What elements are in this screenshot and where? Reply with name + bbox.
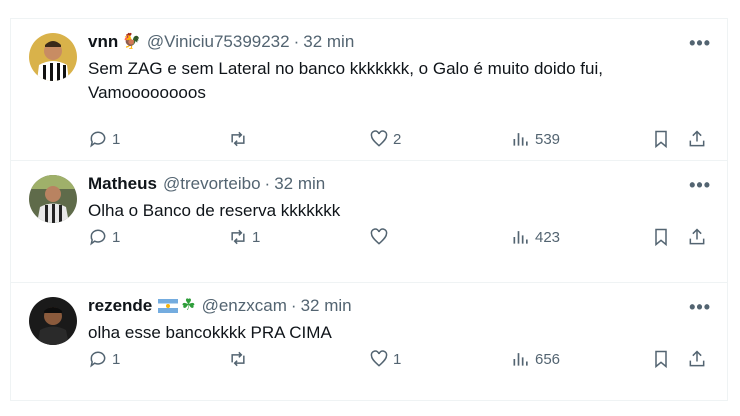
more-options-button[interactable]: ••• [689,33,711,54]
retweet-icon [231,131,245,147]
username[interactable]: @enzxcam [202,295,287,317]
heart-icon [370,130,388,147]
bookmark-button[interactable] [651,349,671,369]
bookmark-button[interactable] [651,227,671,247]
like-button[interactable]: 2 [369,129,401,149]
reply-button[interactable]: 1 [88,129,120,149]
like-button[interactable] [369,227,393,247]
more-options-button[interactable]: ••• [689,175,711,196]
tweet-text: Sem ZAG e sem Lateral no banco kkkkkkk, … [88,57,688,105]
tweet-header: vnn 🐓 @Viniciu75399232 · 32 min [88,31,711,53]
display-name[interactable]: vnn [88,31,118,53]
retweet-button[interactable] [228,129,252,149]
avatar[interactable] [29,33,77,81]
like-button[interactable]: 1 [369,349,401,369]
tweet-header: Matheus @trevorteibo · 32 min [88,173,711,195]
retweet-icon [231,351,245,367]
reply-button[interactable]: 1 [88,349,120,369]
retweet-button[interactable] [228,349,252,369]
tweet[interactable]: Matheus @trevorteibo · 32 min Olha o Ban… [11,161,727,283]
avatar-image [29,175,77,223]
retweet-icon [231,229,245,245]
tweet[interactable]: vnn 🐓 @Viniciu75399232 · 32 min Sem ZAG … [11,19,727,161]
bookmark-icon [655,350,667,369]
reply-count: 1 [112,350,121,368]
tweet-text-line: Sem ZAG e sem Lateral no banco kkkkkkk, … [88,59,603,78]
display-name[interactable]: rezende [88,295,152,317]
tweet[interactable]: rezende ☘ @enzxcam · 32 min olha esse ba… [11,283,727,401]
share-icon [689,228,705,245]
view-count: 656 [535,350,561,368]
reply-count: 1 [112,228,121,246]
views-icon [513,231,528,244]
share-button[interactable] [687,349,707,369]
timestamp[interactable]: 32 min [303,31,354,53]
share-button[interactable] [687,129,707,149]
rooster-emoji: 🐓 [122,33,141,50]
tweet-text-line: Olha o Banco de reserva kkkkkkk [88,201,341,220]
heart-icon [370,228,388,245]
argentina-flag-icon [158,299,179,313]
timestamp[interactable]: 32 min [274,173,325,195]
separator-dot: · [264,174,271,193]
avatar[interactable] [29,175,77,223]
more-options-button[interactable]: ••• [689,297,711,318]
shamrock-emoji: ☘ [181,297,196,314]
tweet-header: rezende ☘ @enzxcam · 32 min [88,295,711,317]
reply-button[interactable]: 1 [88,227,120,247]
share-button[interactable] [687,227,707,247]
like-count: 1 [393,350,402,368]
view-count: 539 [535,130,561,148]
retweet-count: 1 [252,228,261,246]
action-bar: 1 1 423 [88,225,711,249]
views-button[interactable]: 656 [511,349,560,369]
avatar[interactable] [29,297,77,345]
view-count: 423 [535,228,561,246]
tweet-text-line: olha esse bancokkkk PRA CIMA [88,323,332,342]
username[interactable]: @trevorteibo [163,173,261,195]
reply-icon [90,131,106,148]
share-icon [689,130,705,147]
separator-dot: · [293,32,300,51]
display-name[interactable]: Matheus [88,173,157,195]
views-icon [513,133,528,146]
views-button[interactable]: 423 [511,227,560,247]
heart-icon [370,350,388,367]
bookmark-icon [655,130,667,149]
views-icon [513,353,528,366]
separator-dot: · [290,296,297,315]
bookmark-button[interactable] [651,129,671,149]
reply-icon [90,351,106,368]
timestamp[interactable]: 32 min [301,295,352,317]
like-count: 2 [393,130,402,148]
tweet-text: olha esse bancokkkk PRA CIMA [88,321,688,345]
action-bar: 1 1 656 [88,347,711,371]
reply-count: 1 [112,130,121,148]
avatar-image [29,33,77,81]
retweet-button[interactable]: 1 [228,227,260,247]
action-bar: 1 2 539 [88,127,711,151]
replies-feed: vnn 🐓 @Viniciu75399232 · 32 min Sem ZAG … [10,18,728,401]
share-icon [689,350,705,367]
tweet-text-line: Vamoooooooos [88,83,206,102]
views-button[interactable]: 539 [511,129,560,149]
username[interactable]: @Viniciu75399232 [147,31,290,53]
tweet-text: Olha o Banco de reserva kkkkkkk [88,199,688,223]
avatar-image [29,297,77,345]
reply-icon [90,229,106,246]
bookmark-icon [655,228,667,247]
